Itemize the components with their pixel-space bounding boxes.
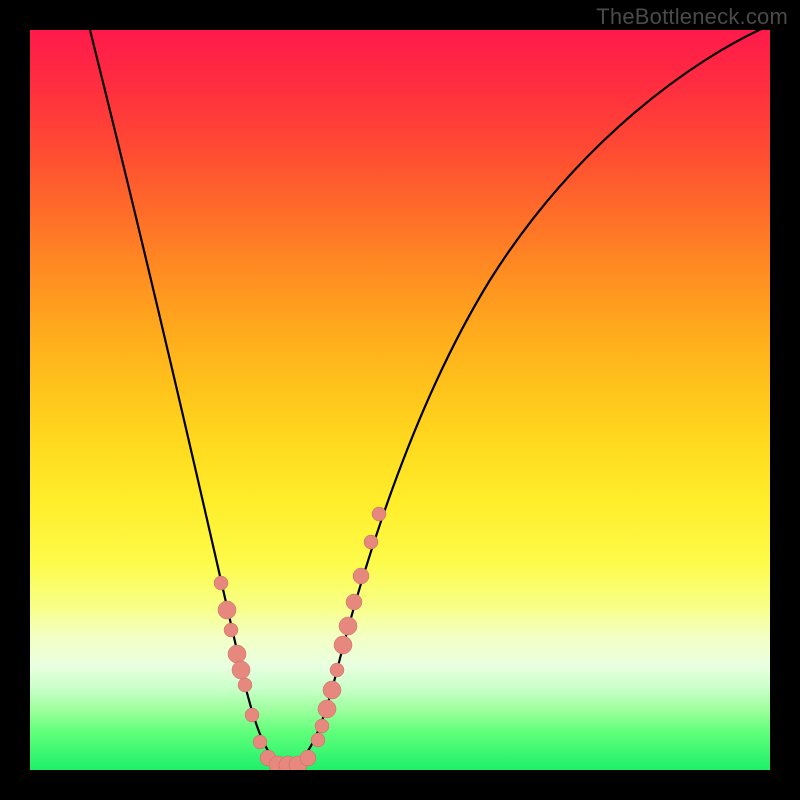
data-dot xyxy=(318,700,336,718)
data-dot xyxy=(238,678,252,692)
bottleneck-curve xyxy=(90,30,770,765)
plot-area xyxy=(30,30,770,770)
data-dot xyxy=(224,623,238,637)
chart-frame: TheBottleneck.com xyxy=(0,0,800,800)
data-dot xyxy=(334,636,352,654)
watermark-text: TheBottleneck.com xyxy=(596,4,788,30)
data-dot xyxy=(372,507,386,521)
data-dot xyxy=(232,661,250,679)
data-dot xyxy=(214,576,228,590)
data-dot xyxy=(315,719,329,733)
data-dot xyxy=(253,735,267,749)
data-dot xyxy=(364,535,378,549)
data-dot xyxy=(323,681,341,699)
data-dots-group xyxy=(214,507,386,770)
data-dot xyxy=(353,568,369,584)
data-dot xyxy=(311,733,325,747)
data-dot xyxy=(330,663,344,677)
data-dot xyxy=(300,750,316,766)
data-dot xyxy=(245,708,259,722)
data-dot xyxy=(339,617,357,635)
bottleneck-curve-svg xyxy=(30,30,770,770)
data-dot xyxy=(228,645,246,663)
data-dot xyxy=(218,601,236,619)
data-dot xyxy=(346,594,362,610)
